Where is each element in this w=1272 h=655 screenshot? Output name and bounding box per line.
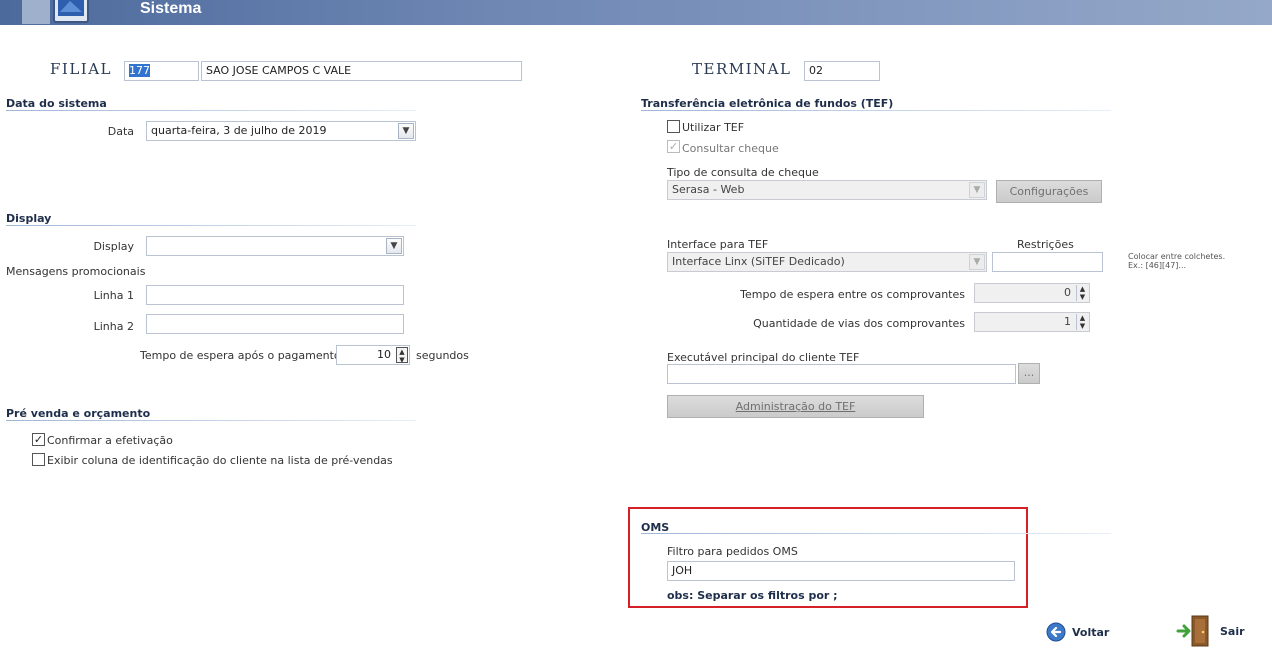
terminal-label: TERMINAL [692,60,792,78]
linha1-input[interactable] [146,285,404,305]
title-bar: Sistema [0,0,1272,25]
spinner-icon[interactable]: ▲ ▼ [1076,314,1088,330]
linha2-label: Linha 2 [93,320,134,333]
confirmar-efetivacao-label: Confirmar a efetivação [47,434,173,447]
spinner-icon[interactable]: ▲ ▼ [1076,285,1088,301]
executavel-input[interactable] [667,364,1016,384]
section-tef: Transferência eletrônica de fundos (TEF) [641,97,894,110]
linha1-label: Linha 1 [93,289,134,302]
terminal-input[interactable]: 02 [804,61,880,81]
browse-button[interactable]: ... [1018,363,1040,384]
data-date-value: quarta-feira, 3 de julho de 2019 [151,124,327,137]
utilizar-tef-checkbox[interactable] [667,120,680,133]
utilizar-tef-label: Utilizar TEF [682,121,745,134]
spinner-icon[interactable]: ▲ ▼ [396,347,408,364]
data-label: Data [107,125,134,138]
section-display: Display [6,212,52,225]
voltar-label: Voltar [1072,625,1110,639]
tipo-consulta-value: Serasa - Web [672,183,745,196]
tempo-espera-value: 10 [377,348,391,361]
filtro-oms-label: Filtro para pedidos OMS [667,545,798,558]
tempo-espera-label: Tempo de espera após o pagamento [140,349,341,362]
chevron-down-icon[interactable]: ▼ [969,182,985,198]
tipo-consulta-select[interactable]: Serasa - Web ▼ [667,180,987,200]
executavel-label: Executável principal do cliente TEF [667,351,860,364]
interface-tef-select[interactable]: Interface Linx (SiTEF Dedicado) ▼ [667,252,987,272]
section-divider [6,225,416,226]
exibir-coluna-label: Exibir coluna de identificação do client… [47,454,393,467]
chevron-down-icon[interactable]: ▼ [386,238,402,254]
consultar-cheque-checkbox[interactable]: ✓ [667,140,680,153]
section-pre-venda: Pré venda e orçamento [6,407,151,420]
monitor-icon [22,0,89,24]
restricoes-input[interactable] [992,252,1103,272]
exibir-coluna-checkbox[interactable] [32,453,45,466]
administracao-tef-label: Administração do TEF [735,400,856,413]
filial-code-value: 177 [129,64,150,77]
restricoes-hint-1: Colocar entre colchetes. [1128,252,1226,261]
sair-label: Sair [1220,624,1245,638]
consultar-cheque-label: Consultar cheque [682,142,779,155]
section-divider [6,110,416,111]
section-divider [6,420,416,421]
tempo-comprovantes-label: Tempo de espera entre os comprovantes [740,288,965,301]
filial-code-input[interactable]: 177 [124,61,199,81]
interface-tef-label: Interface para TEF [667,238,769,251]
linha2-input[interactable] [146,314,404,334]
voltar-button[interactable]: Voltar [1046,622,1109,642]
section-divider [641,533,1111,534]
mensagens-promocionais-label: Mensagens promocionais [6,265,146,278]
administracao-tef-button[interactable]: Administração do TEF [667,395,924,418]
chevron-down-icon[interactable]: ▼ [969,254,985,270]
section-data-sistema: Data do sistema [6,97,107,110]
filial-name-input[interactable]: SAO JOSE CAMPOS C VALE [201,61,522,81]
back-arrow-icon [1046,622,1066,642]
exit-door-icon [1176,615,1209,647]
qtd-vias-value: 1 [1064,315,1071,328]
configuracoes-button[interactable]: Configurações [996,180,1102,203]
section-divider [641,110,1111,111]
filtro-oms-obs: obs: Separar os filtros por ; [667,589,838,602]
restricoes-hint-2: Ex.: [46][47]... [1128,261,1187,270]
sair-button[interactable]: Sair [1176,614,1245,648]
confirmar-efetivacao-checkbox[interactable]: ✓ [32,433,45,446]
qtd-vias-stepper[interactable]: 1 ▲ ▼ [974,312,1090,332]
tipo-consulta-label: Tipo de consulta de cheque [667,166,819,179]
tempo-comprovantes-value: 0 [1064,286,1071,299]
restricoes-label: Restrições [1017,238,1074,251]
qtd-vias-label: Quantidade de vias dos comprovantes [753,317,965,330]
tempo-espera-stepper[interactable]: 10 ▲ ▼ [336,345,410,365]
filtro-oms-input[interactable]: JOH [667,561,1015,581]
chevron-down-icon[interactable]: ▼ [398,123,414,139]
filial-label: FILIAL [50,60,113,78]
display-label: Display [93,240,134,253]
data-date-picker[interactable]: quarta-feira, 3 de julho de 2019 ▼ [146,121,416,141]
tempo-comprovantes-stepper[interactable]: 0 ▲ ▼ [974,283,1090,303]
display-select[interactable]: ▼ [146,236,404,256]
interface-tef-value: Interface Linx (SiTEF Dedicado) [672,255,845,268]
window-title: Sistema [140,0,202,17]
tempo-espera-unit: segundos [416,349,469,362]
